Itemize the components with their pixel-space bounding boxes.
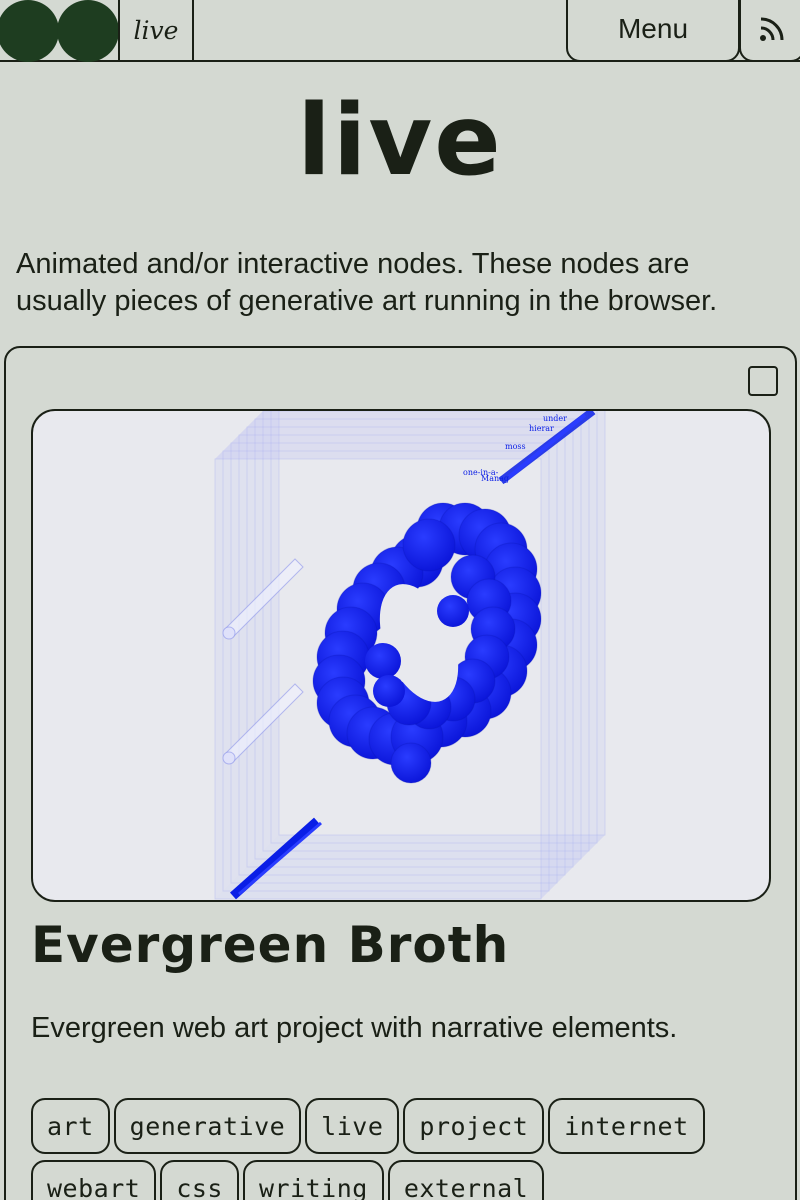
rss-icon [760,17,784,41]
tag-internet[interactable]: internet [548,1098,705,1154]
node-card[interactable]: under hierar moss one-in-a- Manag Evergr… [4,346,797,1200]
select-checkbox[interactable] [748,366,778,396]
tag-live[interactable]: live [305,1098,400,1154]
tag-css[interactable]: css [160,1160,239,1200]
tag-external[interactable]: external [387,1160,545,1200]
generative-art-image: under hierar moss one-in-a- Manag [214,411,606,900]
menu-button[interactable]: Menu [566,0,740,62]
tag-list: art generative live project internet web… [31,1098,731,1200]
tag-art[interactable]: art [31,1098,110,1154]
art-word: moss [505,442,526,451]
tag-generative[interactable]: generative [113,1098,302,1154]
art-word: under [543,414,567,423]
home-dot-icon[interactable] [57,0,119,62]
tag-project[interactable]: project [403,1098,545,1154]
page-intro: Animated and/or interactive nodes. These… [16,248,718,317]
card-title[interactable]: Evergreen Broth [31,916,509,974]
home-dot-icon[interactable] [0,0,59,62]
rss-button[interactable] [739,0,800,62]
page-title: live [297,84,503,198]
tag-writing[interactable]: writing [242,1160,384,1200]
art-word: hierar [529,424,554,433]
top-bar: live Menu [0,0,800,62]
card-description: Evergreen web art project with narrative… [31,1012,678,1044]
tag-webart[interactable]: webart [31,1160,157,1200]
breadcrumb-live[interactable]: live [118,0,194,62]
art-preview[interactable]: under hierar moss one-in-a- Manag [31,409,771,902]
